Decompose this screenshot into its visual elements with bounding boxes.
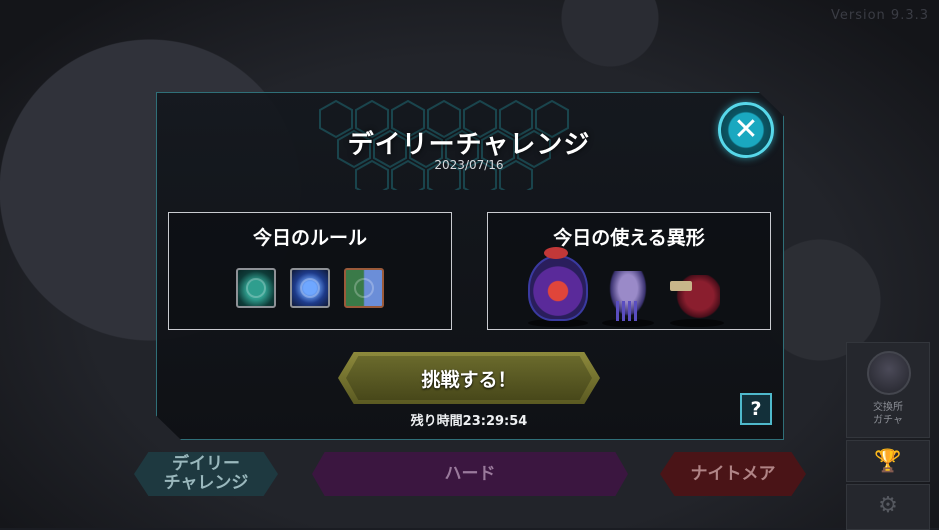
tab-daily-challenge: デイリー チャレンジ	[134, 452, 278, 496]
gear-icon: ⚙	[878, 493, 898, 518]
monsters-panel-title: 今日の使える異形	[553, 227, 705, 249]
close-icon: ✕	[733, 112, 759, 147]
settings-button: ⚙	[846, 484, 930, 530]
red-jellyfish-monster[interactable]	[528, 247, 588, 321]
trophy-button: 🏆	[846, 440, 930, 482]
version-label: Version 9.3.3	[830, 8, 929, 23]
remaining-time: 残り時間23:29:54	[410, 414, 528, 429]
dialog-title: デイリーチャレンジ	[347, 130, 591, 160]
teal-beast-rule-icon[interactable]	[236, 268, 276, 308]
close-button[interactable]: ✕	[718, 102, 774, 158]
exchange-gacha-button: 交換所 ガチャ	[846, 342, 930, 438]
crimson-knight-monster[interactable]	[670, 275, 720, 321]
blue-dragonfly-rule-icon[interactable]	[290, 268, 330, 308]
trophy-icon: 🏆	[874, 449, 902, 474]
challenge-button-label: 挑戦する！	[421, 368, 517, 391]
help-button[interactable]: ?	[740, 393, 772, 425]
armor-rule-icon[interactable]	[344, 268, 384, 308]
purple-squid-monster[interactable]	[606, 271, 650, 321]
avatar-icon	[867, 351, 911, 395]
tab-nightmare: ナイトメア	[660, 452, 806, 496]
challenge-button[interactable]: 挑戦する！	[338, 352, 600, 404]
challenge-date: 2023/07/16	[434, 158, 504, 172]
todays-rules-panel: 今日のルール	[168, 212, 452, 330]
todays-monsters-panel: 今日の使える異形	[487, 212, 771, 330]
exchange-gacha-label: 交換所 ガチャ	[873, 402, 903, 426]
rules-panel-title: 今日のルール	[252, 227, 367, 249]
tab-hard: ハード	[312, 452, 628, 496]
